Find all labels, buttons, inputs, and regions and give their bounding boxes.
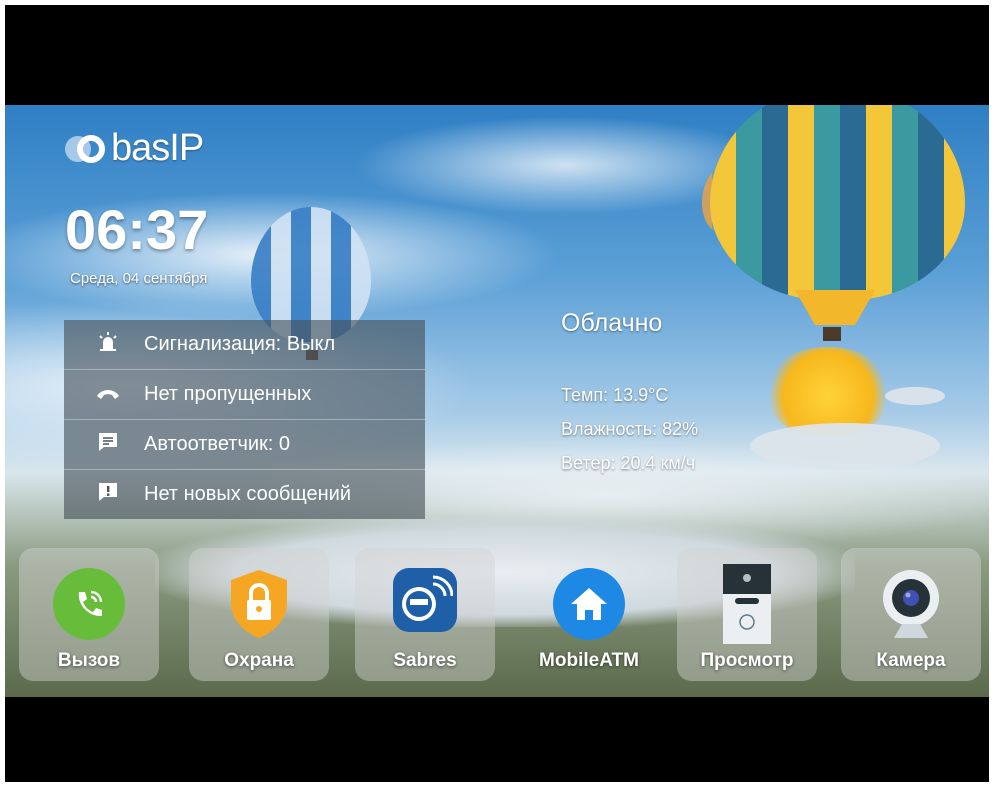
app-call[interactable]: Вызов — [19, 548, 159, 681]
alert-message-icon — [88, 482, 128, 508]
weather-wind: Ветер: 20.4 км/ч — [561, 453, 696, 473]
clock-time: 06:37 — [65, 198, 209, 261]
app-label: MobileATM — [539, 650, 639, 671]
status-row-missed-calls[interactable]: Нет пропущенных — [64, 370, 425, 420]
weather-humidity: Влажность: 82% — [561, 419, 699, 439]
balloon-basket-decoration — [823, 327, 841, 341]
brand-logo: basIP — [65, 127, 204, 170]
app-view[interactable]: Просмотр — [677, 548, 817, 681]
cloud-weather-icon — [750, 423, 940, 469]
status-label: Сигнализация: Выкл — [144, 333, 336, 355]
alarm-siren-icon — [88, 331, 128, 359]
weather-condition: Облачно — [561, 309, 663, 337]
status-label: Нет пропущенных — [144, 383, 312, 405]
status-panel: Сигнализация: Выкл Нет пропущенных Автоо… — [64, 320, 425, 519]
app-sabres[interactable]: Sabres — [355, 548, 495, 681]
app-label: Просмотр — [700, 650, 794, 671]
app-label: Охрана — [224, 650, 294, 671]
status-label: Нет новых сообщений — [144, 483, 352, 505]
home-icon — [553, 568, 625, 640]
webcam-icon — [875, 568, 947, 640]
app-security[interactable]: Охрана — [189, 548, 329, 681]
app-camera[interactable]: Камера — [841, 548, 981, 681]
message-icon — [88, 432, 128, 458]
intercom-panel-icon — [711, 564, 783, 644]
status-label: Автоответчик: 0 — [144, 433, 291, 455]
status-row-alarm[interactable]: Сигнализация: Выкл — [64, 320, 425, 370]
weather-temperature: Темп: 13.9°C — [561, 385, 669, 405]
app-mobileatm[interactable]: MobileATM — [519, 548, 659, 681]
lock-shield-icon — [223, 568, 295, 640]
app-dock: Вызов Охрана Sabres MobileATM Просмотр К… — [5, 545, 989, 695]
app-label: Sabres — [393, 650, 457, 671]
home-screen: basIP 06:37 Среда, 04 сентября Сигнализа… — [5, 105, 989, 697]
app-label: Камера — [876, 650, 946, 671]
sabres-meter-icon — [393, 568, 457, 632]
brand-logo-text: basIP — [111, 127, 204, 169]
clock-date: Среда, 04 сентября — [70, 270, 208, 287]
status-row-messages[interactable]: Нет новых сообщений — [64, 470, 425, 519]
balloon-skirt-decoration — [795, 290, 875, 325]
phone-call-icon — [53, 568, 125, 640]
bas-ip-logo-icon — [65, 132, 105, 166]
status-row-answering-machine[interactable]: Автоответчик: 0 — [64, 420, 425, 470]
phone-icon — [88, 383, 128, 406]
balloon-yellow-decoration — [710, 105, 965, 300]
device-frame: basIP 06:37 Среда, 04 сентября Сигнализа… — [5, 5, 989, 782]
app-label: Вызов — [57, 650, 121, 671]
cloud-weather-icon — [885, 387, 945, 405]
